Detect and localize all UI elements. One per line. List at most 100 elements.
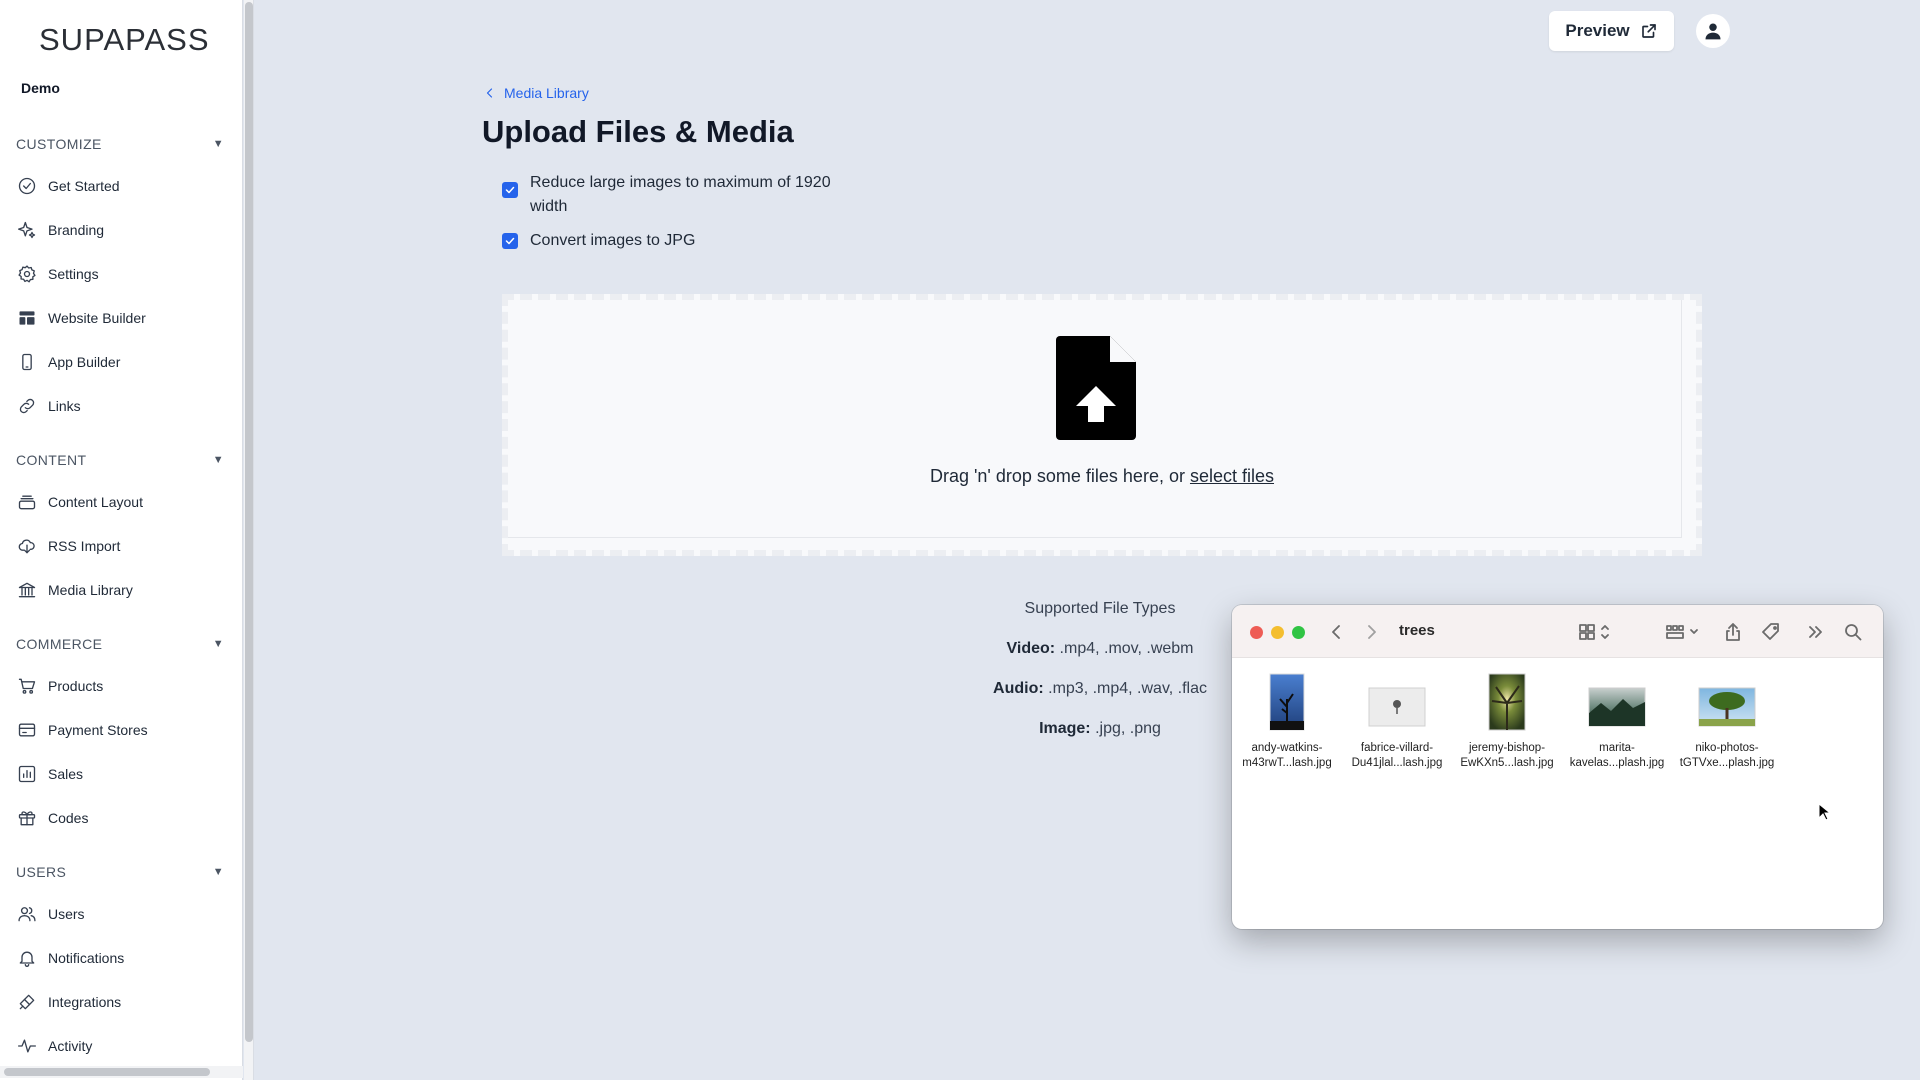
option-reduce-large-images[interactable]: Reduce large images to maximum of 1920 wi… — [502, 171, 831, 219]
minimize-window-button[interactable] — [1271, 626, 1284, 639]
sidebar-item-integrations[interactable]: Integrations — [16, 986, 224, 1018]
caret-down-icon: ▼ — [212, 138, 224, 150]
scrollbar-thumb[interactable] — [245, 2, 253, 1042]
supported-heading: Supported File Types — [1024, 600, 1176, 617]
back-button[interactable] — [1326, 620, 1346, 644]
image-thumbnail — [1488, 673, 1526, 731]
image-thumbnail — [1368, 687, 1426, 727]
breadcrumb-media-library[interactable]: Media Library — [504, 85, 589, 101]
view-mode-button[interactable] — [1576, 620, 1616, 644]
users-icon — [16, 903, 38, 925]
select-files-link[interactable]: select files — [1190, 466, 1274, 486]
sidebar-item-label: Branding — [48, 222, 105, 238]
dropzone-text: Drag 'n' drop some files here, or select… — [929, 466, 1275, 486]
file-name: andy-watkins-m43rwT...lash.jpg — [1242, 742, 1332, 769]
file-item[interactable]: jeremy-bishop- EwKXn5...lash.jpg — [1453, 673, 1561, 771]
file-dropzone[interactable]: Drag 'n' drop some files here, or select… — [502, 294, 1702, 556]
sidebar-item-get-started[interactable]: Get Started — [16, 170, 224, 202]
supported-audio: Audio: .mp3, .mp4, .wav, .flac — [993, 680, 1207, 697]
file-item[interactable]: marita-kavelas...plash.jpg — [1563, 673, 1671, 771]
group-button[interactable] — [1664, 620, 1704, 644]
search-icon — [1845, 624, 1862, 641]
file-name: fabrice-villard- Du41jlal...lash.jpg — [1351, 742, 1443, 769]
preview-button[interactable]: Preview — [1549, 11, 1674, 51]
image-thumbnail — [1698, 687, 1756, 727]
sidebar-item-label: Content Layout — [48, 494, 143, 510]
sidebar-item-app-builder[interactable]: App Builder — [16, 346, 224, 378]
cart-icon — [16, 675, 38, 697]
section-commerce[interactable]: COMMERCE ▼ — [16, 631, 224, 657]
caret-down-icon: ▼ — [212, 866, 224, 878]
user-icon — [1705, 23, 1721, 40]
search-button[interactable] — [1842, 620, 1864, 644]
bar-chart-icon — [16, 763, 38, 785]
share-button[interactable] — [1722, 620, 1744, 644]
sidebar-item-activity[interactable]: Activity — [16, 1030, 224, 1062]
sidebar-item-products[interactable]: Products — [16, 670, 224, 702]
sidebar-item-payment-stores[interactable]: Payment Stores — [16, 714, 224, 746]
mobile-icon — [16, 351, 38, 373]
caret-down-icon: ▼ — [212, 454, 224, 466]
option-convert-to-jpg[interactable]: Convert images to JPG — [502, 229, 695, 253]
sidebar-item-branding[interactable]: Branding — [16, 214, 224, 246]
close-window-button[interactable] — [1250, 626, 1263, 639]
cloud-download-icon — [16, 535, 38, 557]
grid-view-icon — [1579, 624, 1609, 640]
sidebar-item-users[interactable]: Users — [16, 898, 224, 930]
chevron-right-icon — [1368, 625, 1376, 639]
gear-icon — [16, 263, 38, 285]
file-name: jeremy-bishop- EwKXn5...lash.jpg — [1460, 742, 1554, 769]
org-name: Demo — [21, 80, 60, 96]
section-content[interactable]: CONTENT ▼ — [16, 447, 224, 473]
sidebar-item-content-layout[interactable]: Content Layout — [16, 486, 224, 518]
checkbox-convert-jpg[interactable] — [502, 233, 518, 249]
sidebar-item-label: App Builder — [48, 354, 121, 370]
sidebar-item-label: Users — [48, 906, 85, 922]
sidebar-item-media-library[interactable]: Media Library — [16, 574, 224, 606]
sidebar-item-settings[interactable]: Settings — [16, 258, 224, 290]
sidebar-item-codes[interactable]: Codes — [16, 802, 224, 834]
sidebar-item-label: Payment Stores — [48, 722, 148, 738]
file-item[interactable]: andy-watkins-m43rwT...lash.jpg — [1233, 673, 1341, 771]
preview-button-label: Preview — [1565, 21, 1630, 40]
file-upload-icon — [1056, 336, 1136, 440]
sidebar-item-label: Codes — [48, 810, 89, 826]
forward-button[interactable] — [1362, 620, 1382, 644]
dropzone-divider — [1681, 300, 1682, 538]
plug-icon — [16, 991, 38, 1013]
sidebar-horizontal-scrollbar[interactable] — [0, 1066, 243, 1078]
sidebar-item-rss-import[interactable]: RSS Import — [16, 530, 224, 562]
section-users[interactable]: USERS ▼ — [16, 859, 224, 885]
sidebar-item-links[interactable]: Links — [16, 390, 224, 422]
breadcrumb[interactable]: Media Library — [484, 85, 589, 101]
file-item[interactable]: niko-photos-tGTVxe...plash.jpg — [1673, 673, 1781, 771]
app-logo[interactable]: SUPAPASS — [39, 22, 210, 58]
section-customize[interactable]: CUSTOMIZE ▼ — [16, 131, 224, 157]
check-circle-icon — [16, 175, 38, 197]
checkmark-icon — [505, 237, 515, 245]
file-item[interactable]: fabrice-villard- Du41jlal...lash.jpg — [1343, 673, 1451, 771]
sidebar-item-sales[interactable]: Sales — [16, 758, 224, 790]
sidebar-item-notifications[interactable]: Notifications — [16, 942, 224, 974]
sidebar-item-label: Integrations — [48, 994, 122, 1010]
dropzone-divider — [508, 537, 1682, 538]
zoom-window-button[interactable] — [1292, 626, 1305, 639]
supported-image: Image: .jpg, .png — [1039, 720, 1161, 737]
gift-icon — [16, 807, 38, 829]
more-toolbar-button[interactable] — [1806, 620, 1826, 644]
sidebar-vertical-scrollbar[interactable] — [244, 0, 254, 1080]
supported-video: Video: .mp4, .mov, .webm — [1006, 640, 1194, 657]
sidebar-item-website-builder[interactable]: Website Builder — [16, 302, 224, 334]
mouse-pointer-icon — [1818, 803, 1832, 821]
chevrons-right-icon — [1809, 626, 1822, 638]
tag-button[interactable] — [1760, 620, 1782, 644]
user-avatar[interactable] — [1696, 14, 1730, 48]
scrollbar-thumb[interactable] — [4, 1068, 210, 1076]
activity-icon — [16, 1035, 38, 1057]
caret-down-icon: ▼ — [212, 638, 224, 650]
sidebar-item-label: Sales — [48, 766, 84, 782]
stack-icon — [16, 491, 38, 513]
checkbox-reduce-images[interactable] — [502, 182, 518, 198]
finder-window[interactable]: trees andy-watkins-m43rwT...lash.jpg fab… — [1232, 605, 1883, 929]
sidebar-item-label: Get Started — [48, 178, 120, 194]
